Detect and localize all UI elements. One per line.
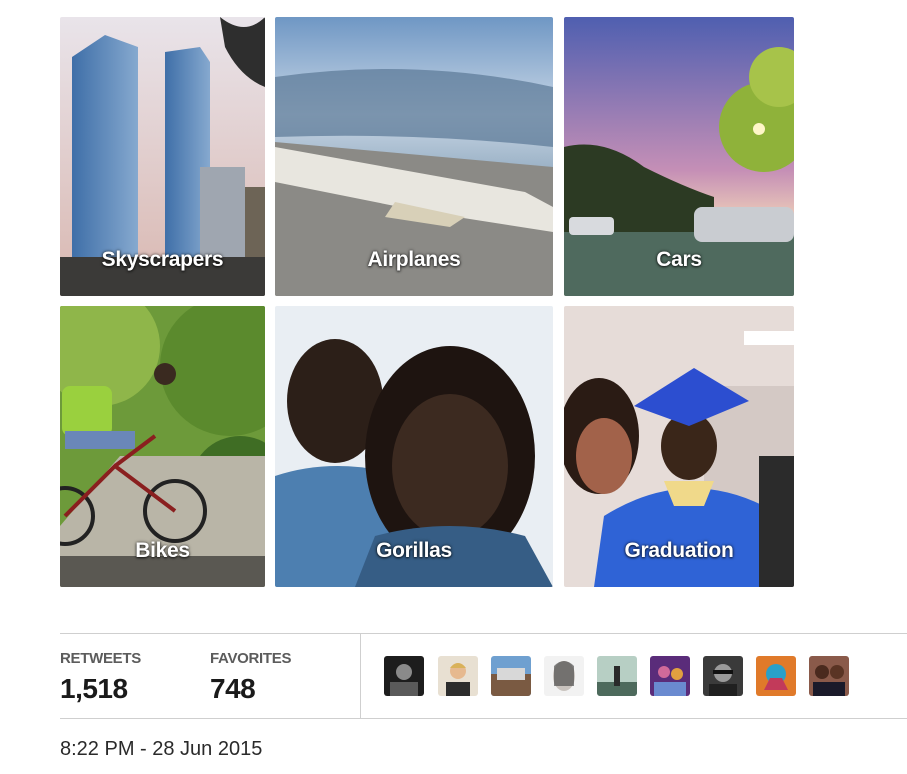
retweets-count[interactable]: 1,518 [60, 673, 128, 705]
album-tile-bikes[interactable]: Bikes [60, 306, 265, 587]
user-avatar-icon[interactable] [597, 656, 637, 696]
album-tile-cars[interactable]: Cars [564, 17, 794, 296]
favorites-label: FAVORITES [210, 650, 292, 667]
tile-label-airplanes: Airplanes [367, 248, 461, 271]
user-avatar-icon[interactable] [756, 656, 796, 696]
retweets-label: RETWEETS [60, 650, 141, 667]
user-avatar-icon[interactable] [491, 656, 531, 696]
album-tile-gorillas[interactable]: Gorillas [275, 306, 553, 587]
user-avatar-icon[interactable] [650, 656, 690, 696]
tile-label-graduation: Graduation [624, 539, 734, 562]
user-avatar-icon[interactable] [544, 656, 584, 696]
album-tile-graduation[interactable]: Graduation [564, 306, 794, 587]
user-avatar-icon[interactable] [809, 656, 849, 696]
album-tile-airplanes[interactable]: Airplanes [275, 17, 553, 296]
tile-label-cars: Cars [656, 248, 702, 271]
tweet-timestamp[interactable]: 8:22 PM - 28 Jun 2015 [60, 738, 262, 761]
album-tile-skyscrapers[interactable]: Skyscrapers [60, 17, 265, 296]
tile-label-skyscrapers: Skyscrapers [101, 248, 224, 271]
stats-divider-top [60, 633, 907, 634]
user-avatar-icon[interactable] [438, 656, 478, 696]
tile-label-bikes: Bikes [135, 539, 190, 562]
stats-divider-bottom [60, 718, 907, 719]
user-avatar-icon[interactable] [384, 656, 424, 696]
stats-divider-vertical [360, 634, 361, 718]
favorites-count[interactable]: 748 [210, 673, 256, 705]
user-avatar-icon[interactable] [703, 656, 743, 696]
tile-label-gorillas: Gorillas [376, 539, 452, 562]
